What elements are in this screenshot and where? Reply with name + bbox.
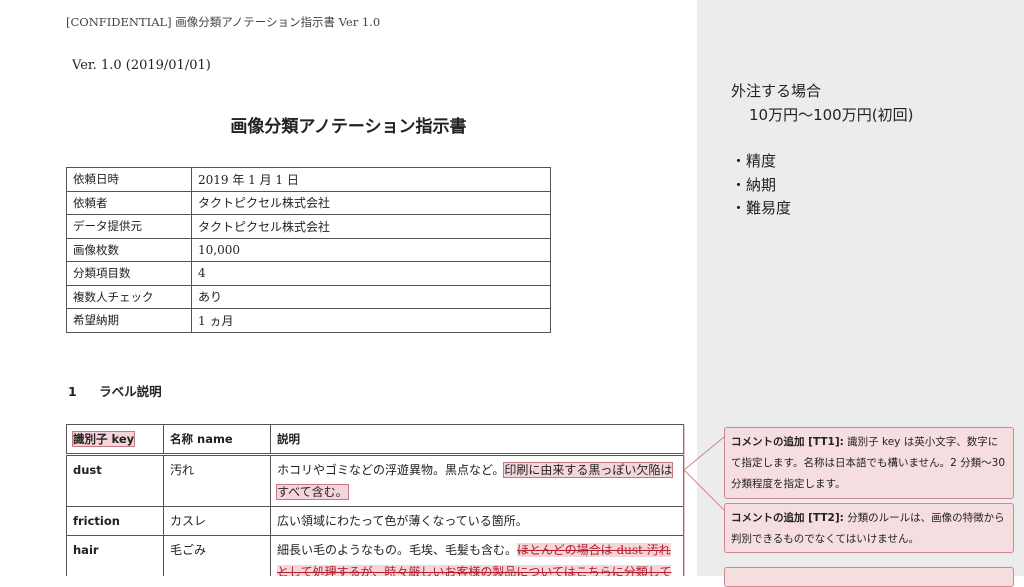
header-desc: 説明	[270, 424, 684, 456]
notes-bullet: ・納期	[731, 175, 777, 194]
row-desc: ホコリやゴミなどの浮遊異物。黒点など。印刷に由来する黒っぽい欠陥はすべて含む。	[270, 454, 684, 507]
section-title: ラベル説明	[99, 384, 162, 399]
section-heading: 1 ラベル説明	[68, 381, 162, 400]
info-value: タクトピクセル株式会社	[191, 190, 551, 215]
row-key: hair	[66, 535, 164, 576]
info-key: 希望納期	[66, 308, 192, 333]
info-row: 画像枚数 10,000	[66, 237, 551, 262]
row-name: 汚れ	[163, 454, 271, 507]
version-line: Ver. 1.0 (2019/01/01)	[72, 58, 211, 73]
info-value: 4	[191, 261, 551, 286]
info-key: 依頼日時	[66, 167, 192, 192]
notes-heading: 外注する場合	[731, 82, 822, 100]
info-value: タクトピクセル株式会社	[191, 214, 551, 239]
info-key: 分類項目数	[66, 261, 192, 286]
info-key: 複数人チェック	[66, 284, 192, 309]
info-value: 1 ヵ月	[191, 308, 551, 333]
row-name: 毛ごみ	[163, 535, 271, 576]
row-key: dust	[66, 454, 164, 507]
document-title: 画像分類アノテーション指示書	[230, 117, 467, 137]
info-key: 依頼者	[66, 190, 192, 215]
table-row: friction カスレ 広い領域にわたって色が薄くなっている箇所。	[66, 506, 684, 536]
page-header: [CONFIDENTIAL] 画像分類アノテーション指示書 Ver 1.0	[66, 15, 381, 29]
info-row: 分類項目数 4	[66, 261, 551, 286]
notes-bullet: ・精度	[731, 152, 777, 170]
info-row: データ提供元 タクトピクセル株式会社	[66, 214, 551, 239]
header-key: 識別子 key	[66, 424, 164, 456]
info-key: 画像枚数	[66, 237, 192, 262]
row-desc: 細長い毛のようなもの。毛埃、毛髪も含む。ほとんどの場合は dust 汚れとして処…	[270, 535, 684, 576]
info-row: 依頼日時 2019 年 1 月 1 日	[66, 167, 551, 192]
notes-bullet: ・難易度	[731, 199, 792, 217]
table-row: hair 毛ごみ 細長い毛のようなもの。毛埃、毛髪も含む。ほとんどの場合は du…	[66, 535, 684, 576]
section-number: 1	[68, 384, 77, 399]
comment-balloon[interactable]: コメントの追加 [TT2]: 分類のルールは、画像の特徴から判別できるものでなく…	[724, 503, 1014, 553]
row-name: カスレ	[163, 506, 271, 536]
info-value: 10,000	[191, 237, 551, 262]
notes-price: 10万円〜100万円(初回)	[749, 105, 914, 124]
comment-balloon[interactable]	[724, 567, 1014, 587]
notes-block: 外注する場合 10万円〜100万円(初回) ・精度 ・納期 ・難易度	[731, 80, 913, 221]
label-table-header: 識別子 key 名称 name 説明	[66, 424, 684, 456]
comment-label: コメントの追加 [TT1]:	[731, 436, 844, 448]
info-row: 依頼者 タクトピクセル株式会社	[66, 190, 551, 215]
table-row: dust 汚れ ホコリやゴミなどの浮遊異物。黒点など。印刷に由来する黒っぽい欠陥…	[66, 454, 684, 507]
info-row: 希望納期 1 ヵ月	[66, 308, 551, 333]
comment-balloon[interactable]: コメントの追加 [TT1]: 識別子 key は英小文字、数字にて指定します。名…	[724, 427, 1014, 499]
info-value: あり	[191, 284, 551, 309]
label-table: 識別子 key 名称 name 説明 dust 汚れ ホコリやゴミなどの浮遊異物…	[66, 424, 684, 576]
info-row: 複数人チェック あり	[66, 284, 551, 309]
info-value: 2019 年 1 月 1 日	[191, 167, 551, 192]
info-key: データ提供元	[66, 214, 192, 239]
row-key: friction	[66, 506, 164, 536]
comment-label: コメントの追加 [TT2]:	[731, 512, 844, 524]
header-name: 名称 name	[163, 424, 271, 456]
row-desc: 広い領域にわたって色が薄くなっている箇所。	[270, 506, 684, 536]
request-info-table: 依頼日時 2019 年 1 月 1 日依頼者 タクトピクセル株式会社 データ提供元 タク…	[66, 167, 551, 333]
document-page: [CONFIDENTIAL] 画像分類アノテーション指示書 Ver 1.0 Ve…	[0, 0, 697, 576]
